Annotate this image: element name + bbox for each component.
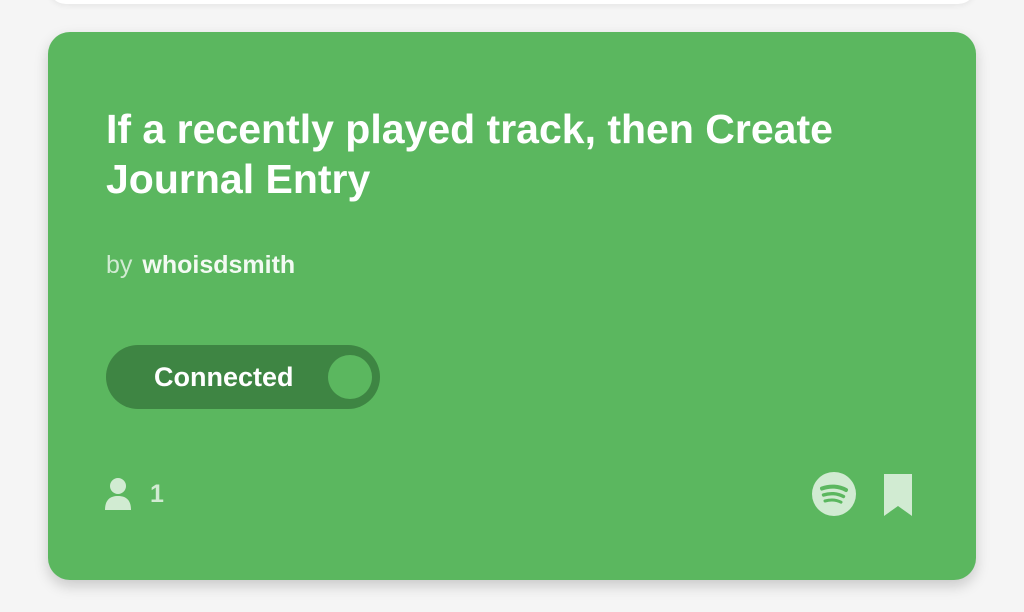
byline: by whoisdsmith [106, 250, 295, 280]
applet-title: If a recently played track, then Create … [106, 106, 833, 202]
byline-prefix: by [106, 251, 133, 279]
author-name[interactable]: whoisdsmith [142, 251, 295, 279]
connected-toggle[interactable]: Connected [106, 345, 380, 409]
person-icon [104, 477, 132, 511]
users-number: 1 [150, 479, 164, 508]
toggle-knob [328, 355, 372, 399]
previous-card-edge [48, 0, 976, 4]
toggle-label: Connected [154, 362, 294, 392]
bookmark-icon[interactable] [882, 472, 914, 518]
spotify-icon [812, 472, 856, 516]
applet-card[interactable]: If a recently played track, then Create … [48, 32, 976, 580]
users-count: 1 [104, 476, 164, 512]
